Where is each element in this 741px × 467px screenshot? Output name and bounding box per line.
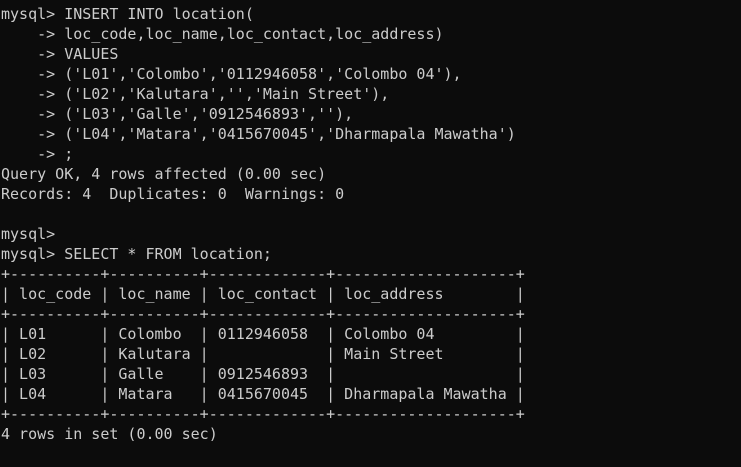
table-border-top: +----------+----------+-------------+---… [1,265,525,283]
terminal-window[interactable]: mysql> INSERT INTO location( -> loc_code… [0,0,741,467]
insert-columns-line: -> loc_code,loc_name,loc_contact,loc_add… [1,25,444,43]
table-header-row: | loc_code | loc_name | loc_contact | lo… [1,285,525,303]
table-row: | L04 | Matara | 0415670045 | Dharmapala… [1,385,525,403]
records-summary-line: Records: 4 Duplicates: 0 Warnings: 0 [1,185,345,203]
insert-values-keyword-line: -> VALUES [1,45,119,63]
rows-in-set-line: 4 rows in set (0.00 sec) [1,425,218,443]
insert-row-l01-line: -> ('L01','Colombo','0112946058','Colomb… [1,65,462,83]
insert-terminator-line: -> ; [1,145,74,163]
insert-row-l02-line: -> ('L02','Kalutara','','Main Street'), [1,85,390,103]
query-ok-line: Query OK, 4 rows affected (0.00 sec) [1,165,327,183]
empty-prompt-line: mysql> [1,225,56,243]
insert-row-l04-line: -> ('L04','Matara','0415670045','Dharmap… [1,125,516,143]
table-row: | L02 | Kalutara | | Main Street | [1,345,525,363]
table-border-header: +----------+----------+-------------+---… [1,305,525,323]
table-border-bottom: +----------+----------+-------------+---… [1,405,525,423]
table-row: | L03 | Galle | 0912546893 | | [1,365,525,383]
insert-prompt-line: mysql> INSERT INTO location( [1,5,254,23]
select-prompt-line: mysql> SELECT * FROM location; [1,245,272,263]
insert-row-l03-line: -> ('L03','Galle','0912546893',''), [1,105,354,123]
table-row: | L01 | Colombo | 0112946058 | Colombo 0… [1,325,525,343]
